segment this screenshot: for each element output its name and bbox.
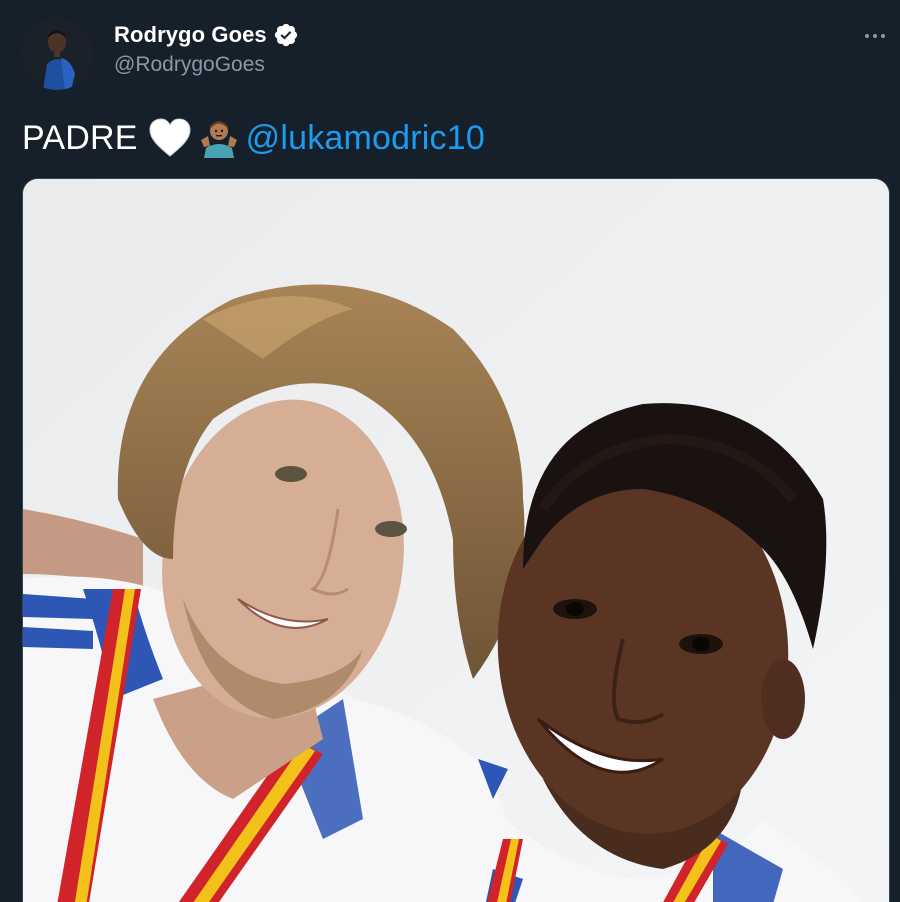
white-heart-emoji-icon <box>148 118 192 158</box>
tweet[interactable]: Rodrygo Goes @RodrygoGoes PADRE @lukamod… <box>0 0 900 902</box>
tweet-text-lead: PADRE <box>22 118 138 157</box>
display-name[interactable]: Rodrygo Goes <box>114 22 267 48</box>
avatar[interactable] <box>21 18 93 90</box>
tweet-text: PADRE @lukamodric10 <box>22 114 485 162</box>
person-shrugging-emoji-icon <box>200 118 238 158</box>
mention-link[interactable]: @lukamodric10 <box>246 119 485 158</box>
selfie-photo-icon <box>23 179 889 902</box>
tweet-photo[interactable] <box>22 178 890 902</box>
more-options-icon[interactable] <box>858 26 892 46</box>
author-name-row[interactable]: Rodrygo Goes <box>114 20 299 50</box>
verified-badge-icon <box>273 22 299 48</box>
author-handle[interactable]: @RodrygoGoes <box>114 53 265 77</box>
avatar-photo-icon <box>21 18 93 90</box>
